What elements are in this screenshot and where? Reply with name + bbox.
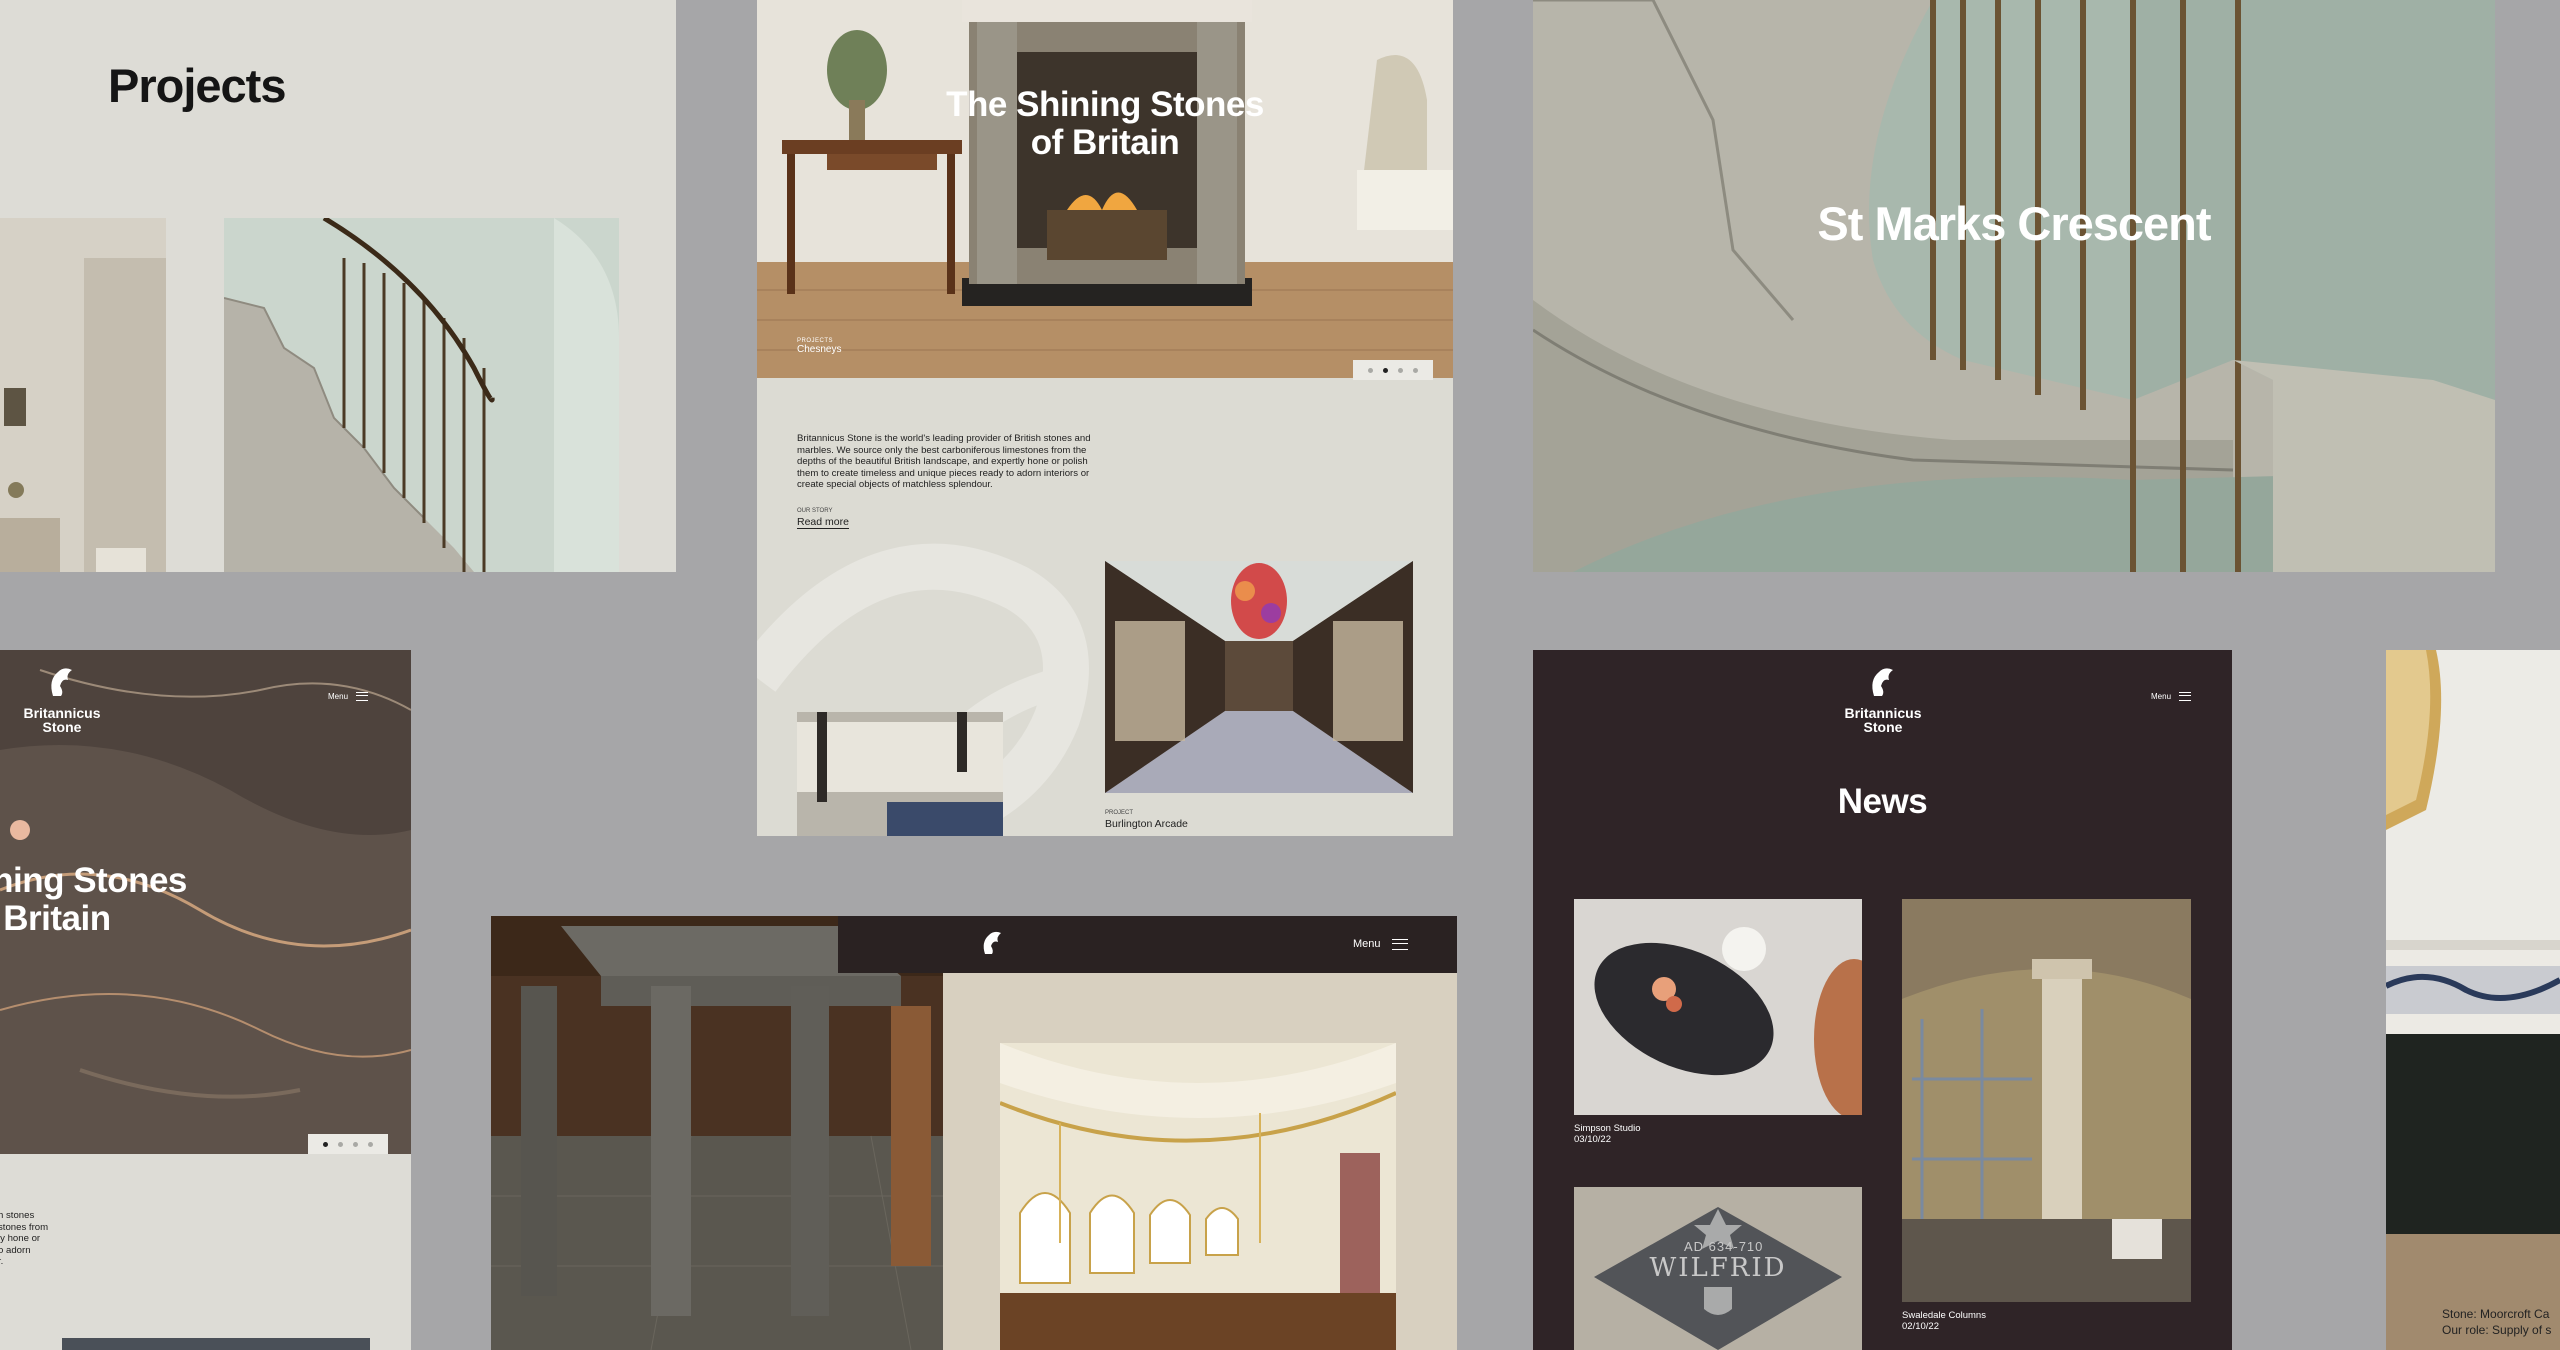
marble-homepage-card[interactable]: Britannicus Stone Menu hining Stones of …	[0, 650, 411, 1350]
bench-photo[interactable]	[797, 712, 1003, 836]
burlington-arcade-photo[interactable]	[1105, 561, 1413, 793]
stone-columns-photo[interactable]	[491, 916, 943, 1350]
projects-title: Projects	[108, 59, 286, 112]
slider-dots[interactable]	[308, 1134, 388, 1154]
fireplace-card[interactable]: The Shining Stones of Britain PROJECTS C…	[757, 0, 1453, 836]
projects-card[interactable]: Projects	[0, 0, 676, 572]
news-item-title[interactable]: Simpson Studio	[1574, 1123, 1641, 1134]
menu-button[interactable]: Menu	[2151, 692, 2192, 702]
news-item-date: 02/10/22	[1902, 1321, 1939, 1332]
intro-paragraph: Britannicus Stone is the world's leading…	[797, 433, 1091, 490]
church-interior-photo[interactable]	[1000, 1043, 1396, 1350]
slider-dots[interactable]	[1353, 360, 1433, 380]
project-detail-card[interactable]: Stone: Moorcroft Ca Our role: Supply of …	[2386, 650, 2560, 1350]
hamburger-icon[interactable]	[356, 692, 369, 702]
britannicus-logo-icon[interactable]	[48, 666, 74, 698]
news-title: News	[1837, 782, 1928, 821]
news-item-image[interactable]	[1574, 899, 1862, 1115]
dark-panel	[2386, 1034, 2560, 1234]
news-item-caption: Swaledale Columns 02/10/22	[1902, 1310, 1986, 1332]
spiral-staircase-photo[interactable]	[1533, 0, 2495, 572]
church-interior-card[interactable]: Menu	[491, 916, 1457, 1350]
marble-strip	[2386, 966, 2560, 1014]
stone-details: Stone: Moorcroft Ca Our role: Supply of …	[2442, 1307, 2552, 1337]
menu-button[interactable]: Menu	[1353, 938, 1408, 950]
brand-wordmark[interactable]: Britannicus Stone	[22, 706, 102, 734]
slider-dot[interactable]	[353, 1141, 358, 1147]
read-more-link[interactable]: Read more	[797, 516, 849, 529]
hero-title: hining Stones of Britain	[0, 861, 187, 938]
news-item-caption: Simpson Studio 03/10/22	[1574, 1123, 1641, 1145]
story-label: OUR STORY	[797, 508, 833, 514]
britannicus-logo-icon[interactable]	[1869, 666, 1895, 698]
project-label: PROJECT	[1105, 810, 1134, 816]
plaque-name: WILFRID	[1649, 1253, 1787, 1283]
britannicus-logo-icon[interactable]	[981, 930, 1003, 956]
menu-button[interactable]: Menu	[328, 692, 369, 702]
hamburger-icon[interactable]	[2179, 692, 2192, 702]
fireplace-photo[interactable]	[757, 0, 1453, 378]
hero-title: The Shining Stones of Britain	[946, 85, 1264, 162]
project-name[interactable]: Burlington Arcade	[1105, 818, 1188, 830]
mirror-photo[interactable]	[2386, 650, 2560, 950]
preview-photo[interactable]	[62, 1338, 370, 1350]
intro-fragment: h stones stones from ly hone or o adorn …	[0, 1210, 49, 1267]
st-marks-crescent-card[interactable]: St Marks Crescent	[1533, 0, 2495, 572]
slider-dot-active[interactable]	[323, 1141, 328, 1147]
hamburger-icon[interactable]	[1391, 938, 1408, 950]
slider-dot[interactable]	[338, 1141, 343, 1147]
project-caption-name[interactable]: Chesneys	[797, 344, 841, 355]
news-item-image[interactable]: AD 634-710 WILFRID	[1574, 1187, 1862, 1350]
staircase-photo[interactable]	[224, 218, 619, 572]
brand-wordmark[interactable]: Britannicus Stone	[1833, 706, 1933, 734]
interior-photo[interactable]	[0, 218, 166, 572]
news-item-date: 03/10/22	[1574, 1134, 1611, 1145]
st-marks-title: St Marks Crescent	[1817, 197, 2211, 250]
news-item-title[interactable]: Swaledale Columns	[1902, 1310, 1986, 1321]
slider-dot[interactable]	[1368, 367, 1373, 373]
slider-dot[interactable]	[368, 1141, 373, 1147]
slider-dot-active[interactable]	[1383, 367, 1388, 373]
slider-dot[interactable]	[1413, 367, 1418, 373]
news-item-image[interactable]	[1902, 899, 2191, 1302]
news-card[interactable]: Britannicus Stone Menu News Simpson Stud…	[1533, 650, 2232, 1350]
plaque-date: AD 634-710	[1684, 1239, 1764, 1254]
slider-dot[interactable]	[1398, 367, 1403, 373]
